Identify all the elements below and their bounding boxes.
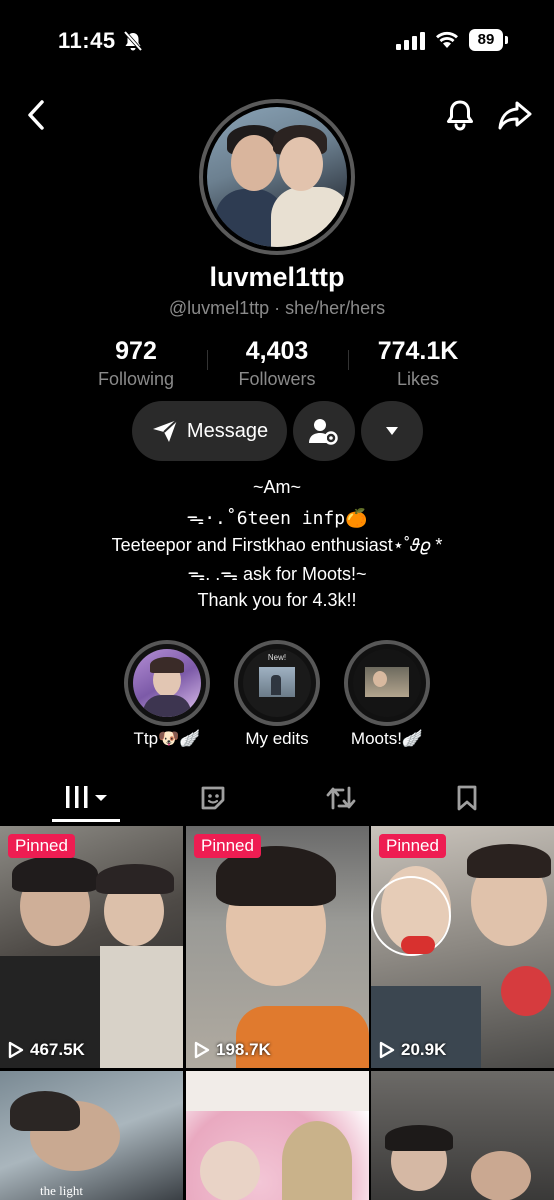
stat-following-value: 972 [115,337,157,365]
view-count: 467.5K [8,1040,85,1060]
highlight-label: Ttp🐶🪽 [133,729,201,748]
video-tile[interactable]: Pinned 467.5K [0,826,183,1068]
message-button[interactable]: Message [132,401,287,461]
story-highlight-ttp[interactable] [124,640,210,726]
video-tile[interactable]: Pinned 198.7K [186,826,369,1068]
view-count-value: 467.5K [30,1040,85,1059]
stat-followers-label: Followers [238,369,316,389]
status-time: 11:45 [58,28,116,53]
avatar-person-body [271,187,347,247]
stat-likes[interactable]: 774.1K Likes [338,337,498,390]
view-count-value: 198.7K [216,1040,271,1059]
view-count: 20.9K [379,1040,446,1060]
pinned-badge: Pinned [194,834,261,858]
story-highlight-my-edits[interactable]: New! [234,640,320,726]
play-icon [8,1041,24,1059]
profile-handle-pronouns: @luvmel1ttp · she/her/hers [168,298,386,318]
cellular-signal-icon [396,32,425,50]
video-tile[interactable]: the light [0,1071,183,1200]
add-friend-button[interactable] [293,401,355,461]
bell-slash-icon [123,31,143,51]
avatar-person-face [279,137,323,191]
stat-likes-label: Likes [396,369,440,389]
battery-indicator: 89 [469,29,503,51]
highlight-label: Moots!🪽 [350,729,424,748]
tab-bookmark-icon[interactable] [455,784,479,812]
status-bar: 11:45 89 [0,0,554,80]
message-button-label: Message [186,419,269,442]
tab-repost-icon[interactable] [325,784,357,812]
highlight-thumbnail: New! [243,649,311,717]
bio-line: Teeteepor and Firstkhao enthusiast⋆˚𝜗𝜚 * [111,535,443,555]
stat-followers[interactable]: 4,403 Followers [197,337,357,390]
video-tile[interactable] [371,1071,554,1200]
share-arrow-icon[interactable] [497,98,533,132]
story-highlight-moots[interactable] [344,640,430,726]
notification-bell-icon[interactable] [443,98,477,132]
profile-tabs [0,776,554,824]
highlight-label: My edits [245,729,309,748]
highlight-new-overlay: New! [267,653,287,662]
stat-following-label: Following [97,369,175,389]
view-count: 198.7K [194,1040,271,1060]
pinned-badge: Pinned [379,834,446,858]
bio-line: Thank you for 4.3k!! [197,590,357,610]
wifi-icon [436,31,458,48]
paper-plane-icon [152,419,178,442]
caret-down-icon [386,427,398,435]
stat-likes-value: 774.1K [377,337,459,365]
pinned-badge: Pinned [8,834,75,858]
more-options-button[interactable] [361,401,423,461]
tab-sticker-icon[interactable] [199,784,227,812]
video-caption: the light [40,1183,83,1198]
view-count-value: 20.9K [401,1040,447,1059]
video-tile[interactable]: Pinned 20.9K [371,826,554,1068]
play-icon [379,1041,395,1059]
highlight-thumbnail [353,649,421,717]
avatar-person-face [231,135,277,191]
stat-followers-value: 4,403 [245,337,309,365]
stat-following[interactable]: 972 Following [56,337,216,390]
play-icon [194,1041,210,1059]
battery-tip [505,36,508,44]
tab-videos-grid-icon[interactable] [64,784,110,812]
active-tab-indicator [52,819,120,822]
profile-avatar[interactable] [207,107,347,247]
profile-username: luvmel1ttp [209,262,345,292]
highlight-thumbnail [133,649,201,717]
back-arrow-icon[interactable] [24,98,50,132]
bio-line: ᯓ·.˚6teen infp🍊 [186,508,368,529]
video-tile[interactable] [186,1071,369,1200]
person-gear-icon [309,419,338,445]
bio-line: ᯓ. .ᯓ ask for Moots!~ [187,564,367,584]
bio-line: ~Am~ [252,477,302,497]
